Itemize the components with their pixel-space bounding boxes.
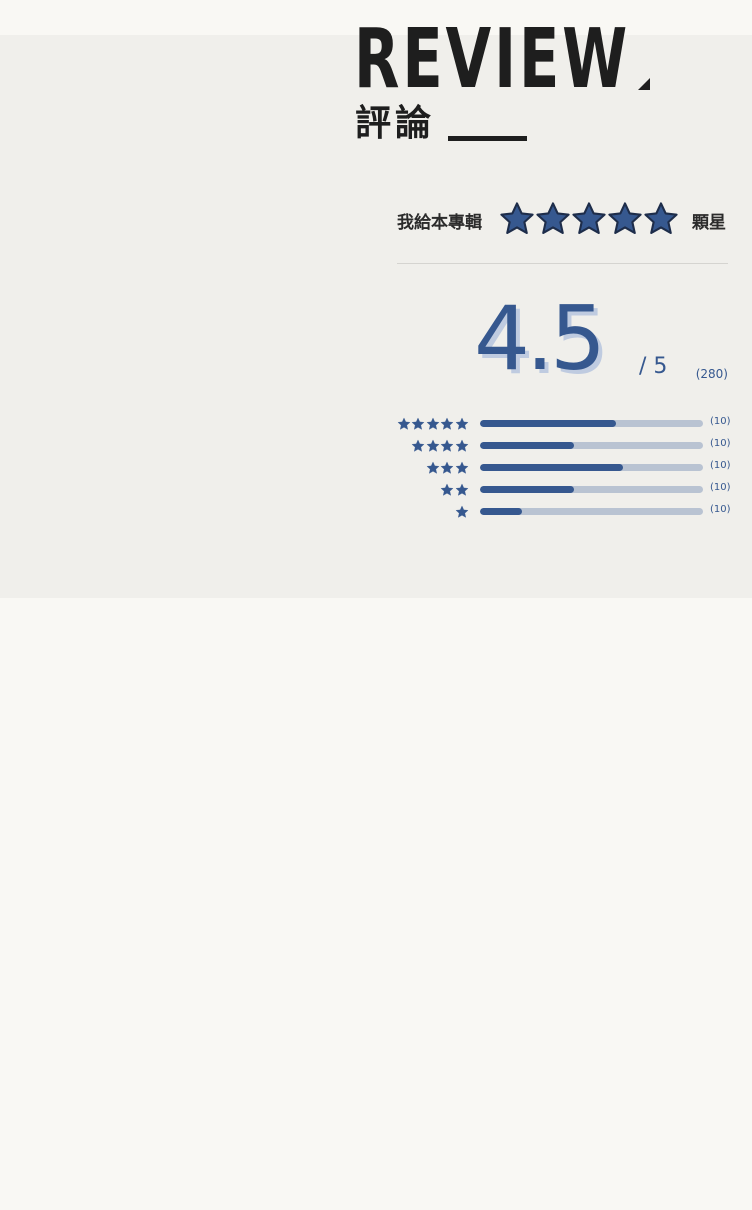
rating-count: (10) — [710, 504, 731, 515]
rating-count: (10) — [710, 460, 731, 471]
star-icon — [440, 439, 454, 453]
rate-star-1-icon[interactable] — [499, 201, 535, 237]
star-icon — [440, 417, 454, 431]
star-icon — [426, 439, 440, 453]
rating-bar-fill — [480, 464, 623, 471]
divider — [397, 263, 728, 264]
rating-count: (10) — [710, 482, 731, 493]
rating-count: (10) — [710, 416, 731, 427]
star-icon — [455, 417, 469, 431]
rating-bar-fill — [480, 486, 574, 493]
row-stars — [411, 439, 469, 453]
corner-triangle-icon — [638, 78, 650, 90]
rating-count: (10) — [710, 438, 731, 449]
rate-star-4-icon[interactable] — [607, 201, 643, 237]
rate-star-3-icon[interactable] — [571, 201, 607, 237]
rating-bar — [480, 486, 703, 493]
star-icon — [440, 483, 454, 497]
rate-star-5-icon[interactable] — [643, 201, 679, 237]
star-icon — [455, 461, 469, 475]
rating-distribution: (10) (10) (10) (10) (10) — [395, 414, 735, 524]
rating-row-1-stars: (10) — [395, 502, 735, 524]
rate-star-2-icon[interactable] — [535, 201, 571, 237]
row-stars — [440, 483, 469, 497]
average-score: 4.5 — [474, 287, 606, 390]
rating-bar-fill — [480, 508, 523, 515]
rating-bar — [480, 508, 703, 515]
star-icon — [397, 417, 411, 431]
rating-row-4-stars: (10) — [395, 436, 735, 458]
rating-bar — [480, 442, 703, 449]
score-max: / 5 — [639, 354, 668, 379]
rating-row-2-stars: (10) — [395, 480, 735, 502]
rating-bar — [480, 464, 703, 471]
section-title: REVIEW — [354, 12, 631, 92]
row-stars — [425, 461, 469, 475]
rating-row-5-stars: (10) — [395, 414, 735, 436]
star-icon — [455, 439, 469, 453]
star-icon — [426, 417, 440, 431]
star-icon — [426, 461, 440, 475]
rate-prompt-label: 我給本專輯 — [397, 213, 482, 233]
star-icon — [411, 417, 425, 431]
section-subtitle: 評論 — [355, 103, 436, 144]
subtitle-underline — [448, 136, 527, 141]
rating-bar-fill — [480, 442, 574, 449]
star-icon — [411, 439, 425, 453]
row-stars — [454, 505, 469, 519]
row-stars — [396, 417, 469, 431]
star-icon — [455, 505, 469, 519]
star-icon — [440, 461, 454, 475]
rating-row-3-stars: (10) — [395, 458, 735, 480]
rating-bar-fill — [480, 420, 617, 427]
rate-album-row: 我給本專輯 顆星 — [397, 198, 728, 238]
review-count: (280) — [695, 367, 728, 381]
rating-bar — [480, 420, 703, 427]
rate-unit-label: 顆星 — [692, 213, 726, 233]
star-icon — [455, 483, 469, 497]
